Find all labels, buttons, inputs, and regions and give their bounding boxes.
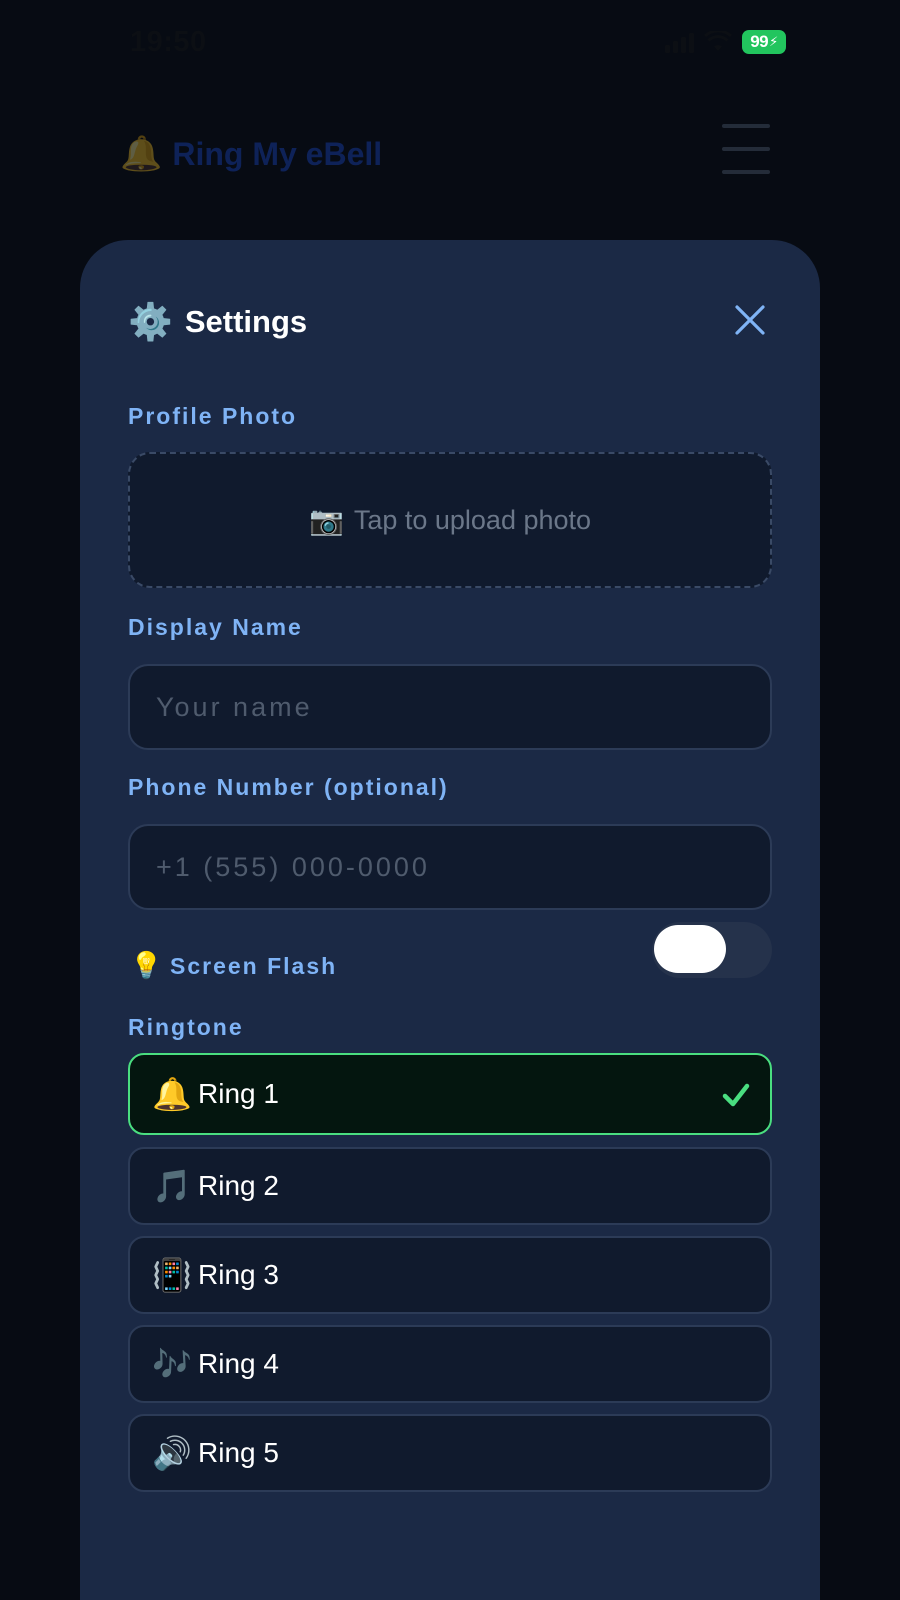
ringtone-option-ring-2[interactable]: 🎵 Ring 2 xyxy=(128,1147,772,1225)
music-notes-icon: 🎶 xyxy=(152,1346,192,1382)
charging-bolt-icon: ⚡ xyxy=(769,34,778,49)
gear-icon: ⚙️ xyxy=(128,301,173,342)
signal-icon xyxy=(665,31,694,53)
battery-level: 99 xyxy=(750,32,769,51)
upload-photo-text: Tap to upload photo xyxy=(353,504,592,535)
speaker-icon: 🔊 xyxy=(152,1435,192,1471)
settings-title: Settings xyxy=(184,304,308,339)
ringtone-option-ring-3[interactable]: 📳 Ring 3 xyxy=(128,1236,772,1314)
settings-header: ⚙️ Settings xyxy=(128,292,772,352)
ringtone-label-text: Ring 3 xyxy=(198,1259,279,1290)
display-name-label: Display Name xyxy=(128,614,303,640)
toggle-knob xyxy=(654,925,726,973)
status-bar: 19:50 99 ⚡ xyxy=(0,0,900,88)
status-icons: 99 ⚡ xyxy=(665,30,786,54)
screen-flash-row: 💡 Screen Flash xyxy=(128,922,772,1000)
display-name-input[interactable] xyxy=(128,664,772,750)
ringtone-label-text: Ring 4 xyxy=(198,1348,279,1379)
camera-icon: 📷 xyxy=(308,504,344,536)
brand-name: Ring My eBell xyxy=(172,135,383,172)
ringtone-label-text: Ring 5 xyxy=(198,1437,279,1468)
screen-flash-toggle[interactable] xyxy=(652,922,772,978)
checkmark-icon xyxy=(722,1083,750,1107)
ringtone-option-ring-5[interactable]: 🔊 Ring 5 xyxy=(128,1414,772,1492)
bell-icon: 🔔 xyxy=(120,135,163,173)
hamburger-menu-icon[interactable] xyxy=(722,124,770,174)
ringtone-label: Ringtone xyxy=(128,1014,244,1040)
bell-icon: 🔔 xyxy=(152,1076,192,1112)
ringtone-option-ring-4[interactable]: 🎶 Ring 4 xyxy=(128,1325,772,1403)
screen-flash-label: Screen Flash xyxy=(170,953,338,979)
ringtone-option-ring-1[interactable]: 🔔 Ring 1 xyxy=(128,1053,772,1135)
phone-number-input[interactable] xyxy=(128,824,772,910)
phone-number-label: Phone Number (optional) xyxy=(128,774,449,800)
music-note-icon: 🎵 xyxy=(152,1168,192,1204)
ringtone-label-text: Ring 1 xyxy=(198,1078,279,1109)
ringtone-label-text: Ring 2 xyxy=(198,1170,279,1201)
phone-screen: 19:50 99 ⚡ 🔔 Ring My eBell ⚙️ Settings P… xyxy=(0,0,900,1600)
settings-sheet: ⚙️ Settings Profile Photo 📷 Tap to uploa… xyxy=(80,240,820,1600)
app-header: 🔔 Ring My eBell xyxy=(80,100,820,230)
battery-icon: 99 ⚡ xyxy=(742,30,786,54)
lightbulb-icon: 💡 xyxy=(130,950,163,980)
close-icon[interactable] xyxy=(728,298,772,342)
wifi-icon xyxy=(704,31,732,51)
vibration-icon: 📳 xyxy=(152,1257,192,1293)
brand: 🔔 Ring My eBell xyxy=(120,134,382,174)
cutoff-next-section xyxy=(128,1518,136,1530)
status-time: 19:50 xyxy=(130,26,207,58)
photo-upload-area[interactable]: 📷 Tap to upload photo xyxy=(128,452,772,588)
profile-photo-label: Profile Photo xyxy=(128,403,298,429)
